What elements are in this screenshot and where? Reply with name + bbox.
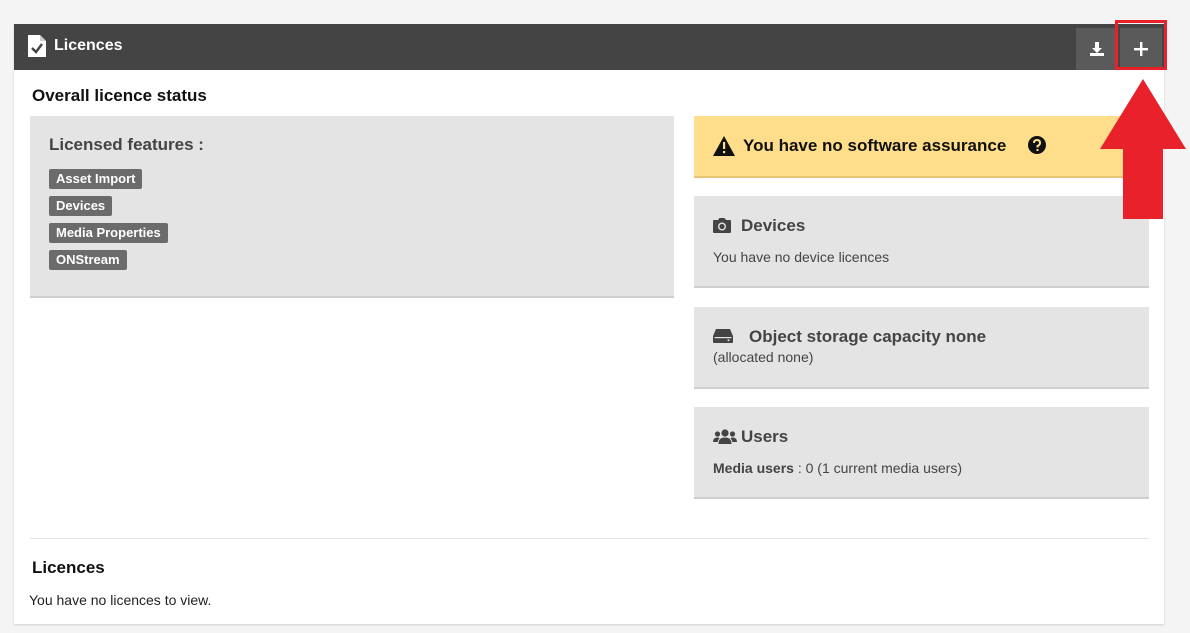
users-title: Users [741,427,789,446]
download-button[interactable] [1076,28,1118,70]
object-storage-card: Object storage capacity none (allocated … [694,307,1149,389]
panel-title: Licences [54,37,123,54]
storage-title: Object storage capacity none [749,327,987,346]
document-check-icon [28,35,46,57]
warning-text: You have no software assurance [743,136,1007,155]
users-text: Media users : 0 (1 current media users) [713,460,962,476]
feature-tag: Asset Import [49,169,143,189]
users-icon [713,429,737,444]
devices-title: Devices [741,216,806,235]
devices-text: You have no device licences [713,249,890,265]
warning-triangle-icon [713,136,735,156]
licences-title: Licences [32,558,105,577]
licensed-features-card: Licensed features : Asset Import Devices… [30,116,674,298]
download-icon [1090,42,1104,56]
feature-tag: Media Properties [49,223,168,243]
hard-drive-icon [713,329,733,343]
feature-tags: Asset Import Devices Media Properties ON… [49,169,168,277]
licensed-features-title: Licensed features : [49,135,204,154]
no-licences-text: You have no licences to view. [29,592,212,608]
feature-tag: Devices [49,196,113,216]
storage-text: (allocated none) [713,349,814,365]
panel-header: Licences [14,20,1167,70]
question-circle-icon[interactable] [1028,136,1046,154]
add-licence-button[interactable] [1120,28,1162,70]
software-assurance-warning: You have no software assurance [694,116,1149,178]
media-users-label: Media users [713,460,794,476]
section-divider [30,538,1149,539]
devices-card: Devices You have no device licences [694,196,1149,288]
feature-tag: ONStream [49,250,127,270]
media-users-value: : 0 (1 current media users) [793,460,962,476]
plus-icon [1134,42,1148,56]
overall-status-title: Overall licence status [32,86,207,105]
licences-panel: Licences Overall licence status Licensed… [14,20,1167,624]
camera-icon [713,218,731,233]
users-card: Users Media users : 0 (1 current media u… [694,407,1149,499]
